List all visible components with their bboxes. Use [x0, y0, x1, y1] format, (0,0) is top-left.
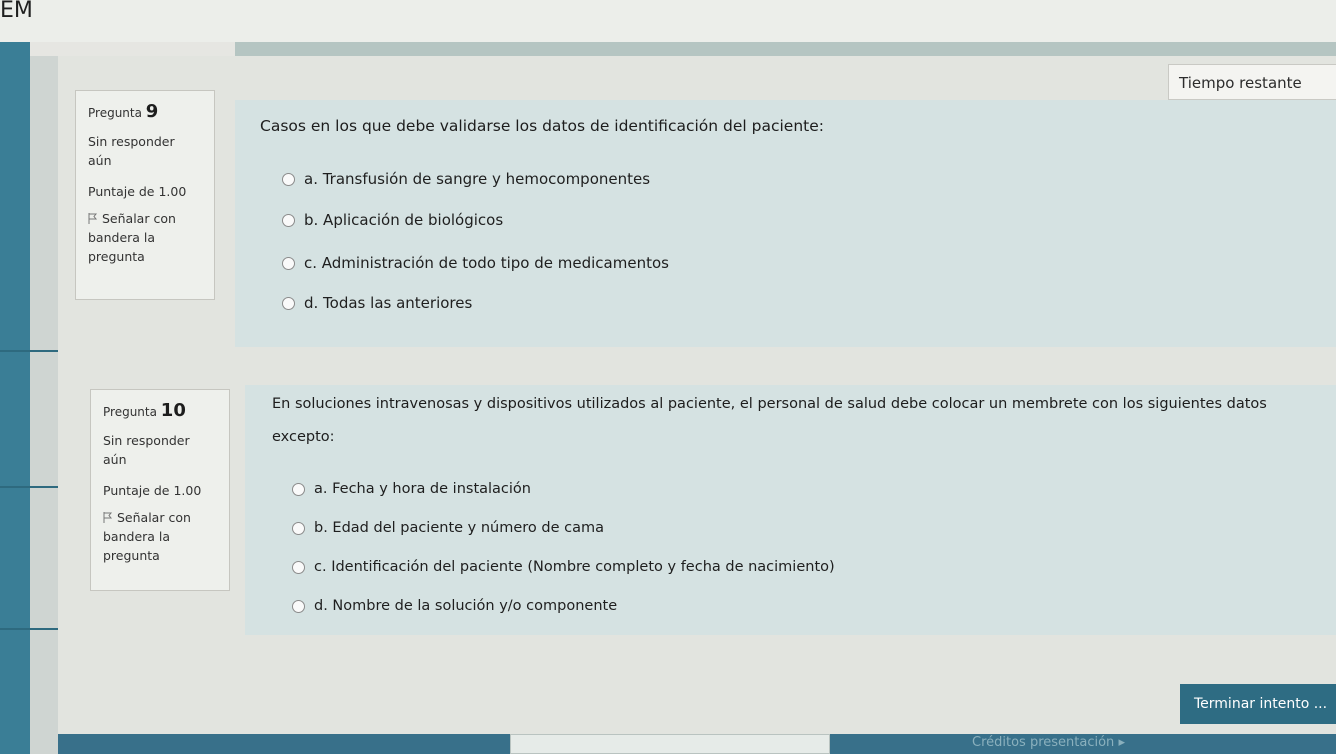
option-label: c. Identificación del paciente (Nombre c… — [314, 559, 835, 575]
question-9-option-d[interactable]: d. Todas las anteriores — [282, 294, 472, 312]
question-status: Sin responder aún — [103, 433, 190, 467]
question-9-text: Casos en los que debe validarse los dato… — [260, 117, 824, 135]
flag-icon — [103, 512, 113, 523]
question-9-option-c[interactable]: c. Administración de todo tipo de medica… — [282, 254, 669, 272]
question-number: 9 — [145, 101, 159, 122]
option-label: a. Fecha y hora de instalación — [314, 481, 531, 497]
question-10-option-d[interactable]: d. Nombre de la solución y/o componente — [292, 598, 617, 614]
question-10-option-b[interactable]: b. Edad del paciente y número de cama — [292, 520, 604, 536]
question-score: Puntaje de 1.00 — [103, 483, 202, 498]
page-header-strip — [235, 42, 1336, 56]
flag-question-label: Señalar con bandera la pregunta — [103, 510, 191, 563]
question-prefix: Pregunta — [88, 106, 142, 120]
left-navigation-panel — [30, 56, 58, 754]
arrow-icon: ▸ — [1118, 735, 1125, 750]
flag-question-label: Señalar con bandera la pregunta — [88, 211, 176, 264]
credits-link[interactable]: Créditos presentación ▸ — [972, 735, 1125, 750]
question-prefix: Pregunta — [103, 405, 157, 419]
flag-question-link[interactable]: Señalar con bandera la pregunta — [88, 209, 202, 266]
time-remaining: Tiempo restante 0:36: — [1168, 64, 1336, 128]
left-navigation-rail — [0, 42, 30, 754]
question-10-text-line2: excepto: — [272, 429, 335, 445]
question-10-info: Pregunta 10 Sin responder aún Puntaje de… — [90, 389, 230, 591]
radio-button[interactable] — [292, 482, 305, 496]
question-number: 10 — [160, 400, 186, 421]
option-label: d. Todas las anteriores — [304, 294, 473, 312]
footer-field[interactable] — [510, 734, 830, 754]
radio-button[interactable] — [282, 296, 295, 310]
question-status: Sin responder aún — [88, 134, 175, 168]
question-10-option-a[interactable]: a. Fecha y hora de instalación — [292, 481, 531, 497]
rail-divider — [0, 628, 58, 630]
option-label: b. Edad del paciente y número de cama — [314, 520, 605, 536]
question-score: Puntaje de 1.00 — [88, 184, 187, 199]
rail-divider — [0, 486, 58, 488]
question-label: Pregunta 10 — [103, 400, 217, 421]
browser-top-bar: EM — [0, 0, 1336, 42]
question-10-text-line1: En soluciones intravenosas y dispositivo… — [272, 396, 1267, 412]
question-10-option-c[interactable]: c. Identificación del paciente (Nombre c… — [292, 559, 835, 575]
radio-button[interactable] — [292, 521, 305, 535]
option-label: b. Aplicación de biológicos — [304, 211, 504, 229]
top-bar-text: EM — [0, 0, 33, 23]
flag-icon — [88, 213, 98, 224]
radio-button[interactable] — [282, 256, 295, 270]
option-label: d. Nombre de la solución y/o componente — [314, 598, 618, 614]
radio-button[interactable] — [282, 172, 295, 186]
radio-button[interactable] — [282, 213, 295, 227]
finish-attempt-button[interactable]: Terminar intento ... — [1180, 684, 1336, 724]
question-9-info: Pregunta 9 Sin responder aún Puntaje de … — [75, 90, 215, 300]
flag-question-link[interactable]: Señalar con bandera la pregunta — [103, 508, 217, 565]
option-label: a. Transfusión de sangre y hemocomponent… — [304, 170, 651, 188]
rail-divider — [0, 350, 58, 352]
option-label: c. Administración de todo tipo de medica… — [304, 254, 669, 272]
question-9-option-a[interactable]: a. Transfusión de sangre y hemocomponent… — [282, 170, 650, 188]
question-9-option-b[interactable]: b. Aplicación de biológicos — [282, 211, 503, 229]
radio-button[interactable] — [292, 599, 305, 613]
question-label: Pregunta 9 — [88, 101, 202, 122]
credits-label: Créditos presentación — [972, 735, 1115, 750]
radio-button[interactable] — [292, 560, 305, 574]
